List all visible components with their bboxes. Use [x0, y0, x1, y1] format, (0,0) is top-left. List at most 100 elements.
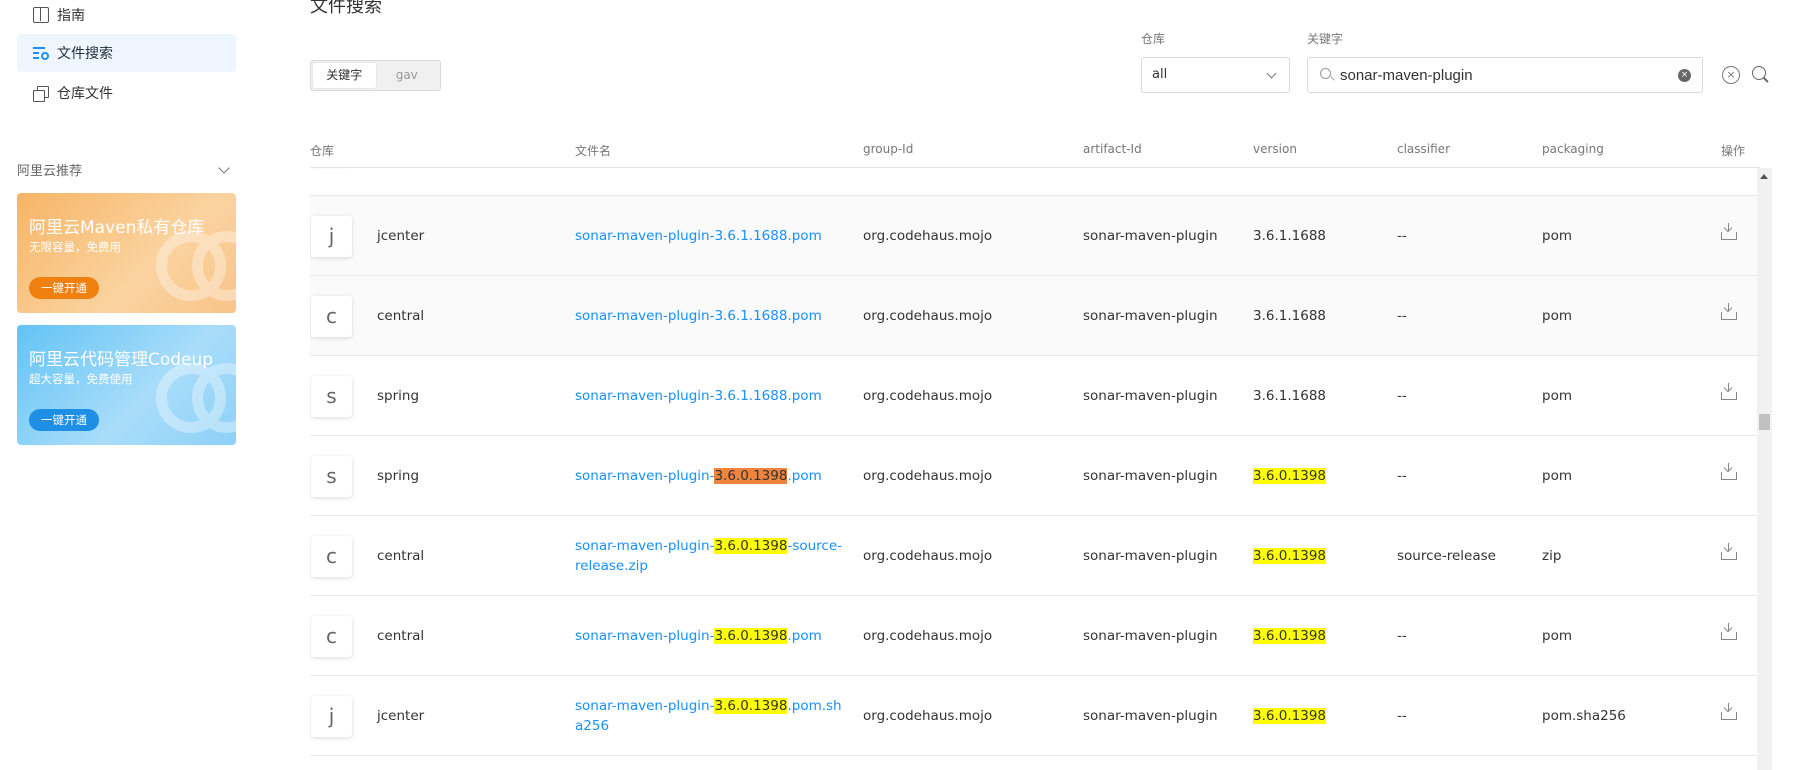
artifact-id: sonar-maven-plugin	[1083, 308, 1218, 324]
repo-select[interactable]: all	[1141, 57, 1290, 93]
nav-item-guide[interactable]: 指南	[17, 0, 236, 34]
table-row: j jcenter sonar-maven-plugin-3.6.1.1688.po…	[310, 196, 1757, 276]
col-header-version: version	[1253, 142, 1297, 156]
keyword-search-box: ×	[1307, 57, 1703, 93]
packaging: zip	[1542, 548, 1562, 564]
file-name-link[interactable]: sonar-maven-plugin-3.6.1.1688.pom	[575, 386, 845, 406]
nav-item-repo-files[interactable]: 仓库文件	[17, 74, 236, 112]
search-button-icon[interactable]	[1752, 66, 1770, 84]
version: 3.6.0.1398	[1253, 468, 1326, 484]
copy-icon	[33, 85, 49, 102]
repo-name: spring	[377, 388, 420, 404]
file-name-link[interactable]: sonar-maven-plugin-3.6.1.1688.pom	[575, 226, 845, 246]
clear-input-icon[interactable]: ×	[1678, 69, 1691, 82]
version: 3.6.0.1398	[1253, 628, 1326, 644]
table-row: c central sonar-maven-plugin-3.6.1.1688.po…	[310, 276, 1757, 356]
reset-icon[interactable]: ×	[1722, 66, 1740, 84]
file-name-link[interactable]: sonar-maven-plugin-3.6.0.1398.pom.sha256	[575, 696, 845, 736]
repo-name: central	[377, 548, 425, 564]
col-header-group-id: group-Id	[863, 142, 914, 156]
repo-name: central	[377, 308, 425, 324]
promo-subtitle: 超大容量，免费使用	[29, 372, 133, 386]
file-name-prefix: sonar-maven-plugin-	[575, 468, 715, 484]
file-name-prefix: sonar-maven-plugin-3.6.1.1688.pom	[575, 308, 822, 324]
repo-avatar: c	[311, 616, 352, 657]
nav-item-label: 指南	[57, 8, 85, 24]
promo-card-codeup[interactable]: 阿里云代码管理Codeup 超大容量，免费使用 一键开通	[17, 325, 236, 445]
table-row: s spring sonar-maven-plugin-3.6.0.1398.pom…	[310, 436, 1757, 516]
repo-name: jcenter	[377, 708, 425, 724]
file-search-icon	[33, 45, 49, 61]
file-name-match: 3.6.0.1398	[714, 628, 788, 644]
file-name-prefix: sonar-maven-plugin-	[575, 698, 715, 714]
download-icon[interactable]	[1721, 463, 1737, 480]
repo-select-value: all	[1152, 67, 1168, 82]
classifier: --	[1397, 708, 1407, 724]
packaging: pom	[1542, 308, 1572, 324]
file-name-prefix: sonar-maven-plugin-	[575, 628, 715, 644]
promo-card-maven[interactable]: 阿里云Maven私有仓库 无限容量，免费用 一键开通	[17, 193, 236, 313]
classifier: --	[1397, 628, 1407, 644]
packaging: pom	[1542, 228, 1572, 244]
file-name-link[interactable]: sonar-maven-plugin-3.6.0.1398.pom	[575, 466, 845, 486]
promo-activate-button[interactable]: 一键开通	[29, 409, 99, 431]
download-icon[interactable]	[1721, 383, 1737, 400]
table-scrollbar[interactable]	[1757, 168, 1772, 770]
col-header-filename: 文件名	[575, 144, 612, 158]
version: 3.6.1.1688	[1253, 388, 1326, 404]
download-icon[interactable]	[1721, 623, 1737, 640]
file-name-prefix: sonar-maven-plugin-	[575, 538, 715, 554]
repo-avatar: c	[311, 536, 352, 577]
file-name-link[interactable]: sonar-maven-plugin-3.6.0.1398.pom	[575, 626, 845, 646]
scroll-up-icon[interactable]	[1760, 174, 1768, 179]
group-id: org.codehaus.mojo	[863, 708, 993, 724]
col-header-actions: 操作	[1721, 144, 1746, 158]
repo-name: spring	[377, 468, 420, 484]
version: 3.6.1.1688	[1253, 308, 1326, 324]
keyword-label: 关键字	[1307, 32, 1344, 46]
file-name-link[interactable]: sonar-maven-plugin-3.6.1.1688.pom	[575, 306, 845, 326]
repo-name: jcenter	[377, 228, 425, 244]
results-table: 56 jjcentersonar-maven-plugin-3.6.1.1688…	[310, 168, 1757, 770]
section-title: 阿里云推荐	[17, 164, 83, 179]
search-icon	[1320, 68, 1331, 79]
nav-item-file-search[interactable]: 文件搜索	[17, 34, 236, 72]
promo-activate-button[interactable]: 一键开通	[29, 277, 99, 299]
page-title: 文件搜索	[310, 0, 382, 17]
packaging: pom	[1542, 628, 1572, 644]
artifact-id: sonar-maven-plugin	[1083, 708, 1218, 724]
file-name-suffix: .pom	[787, 468, 822, 484]
download-icon[interactable]	[1721, 703, 1737, 720]
packaging: pom.sha256	[1542, 708, 1626, 724]
file-name-match: 3.6.0.1398	[714, 538, 788, 554]
group-id: org.codehaus.mojo	[863, 628, 993, 644]
download-icon[interactable]	[1721, 223, 1737, 240]
table-row: 56	[310, 168, 1757, 196]
sidebar: 指南 文件搜索 仓库文件 阿里云推荐 阿里云Maven私有仓库 无限容量，免费用…	[0, 0, 250, 770]
repo-avatar: c	[311, 296, 352, 337]
classifier: source-release	[1397, 548, 1496, 564]
table-row: c central sonar-maven-plugin-3.6.0.1398-so…	[310, 516, 1757, 596]
promo-title: 阿里云Maven私有仓库	[29, 218, 205, 238]
file-name-link[interactable]: sonar-maven-plugin-3.6.0.1398-source-rel…	[575, 536, 845, 576]
group-id: org.codehaus.mojo	[863, 308, 993, 324]
chevron-down-icon	[1266, 68, 1277, 79]
col-header-artifact-id: artifact-Id	[1083, 142, 1142, 156]
promo-title: 阿里云代码管理Codeup	[29, 350, 214, 370]
tab-gav[interactable]: gav	[376, 63, 439, 88]
recommend-section-header[interactable]: 阿里云推荐	[17, 160, 236, 179]
packaging: pom	[1542, 468, 1572, 484]
group-id: org.codehaus.mojo	[863, 548, 993, 564]
keyword-input[interactable]	[1340, 58, 1660, 92]
tab-keyword[interactable]: 关键字	[313, 63, 376, 88]
repo-avatar: j	[311, 216, 352, 257]
nav-item-label: 仓库文件	[57, 86, 113, 102]
download-icon[interactable]	[1721, 303, 1737, 320]
scrollbar-thumb[interactable]	[1759, 414, 1770, 430]
repo-avatar: s	[311, 456, 352, 497]
file-name-match: 3.6.0.1398	[714, 698, 788, 714]
classifier: --	[1397, 308, 1407, 324]
classifier: --	[1397, 228, 1407, 244]
download-icon[interactable]	[1721, 543, 1737, 560]
repo-name: central	[377, 628, 425, 644]
